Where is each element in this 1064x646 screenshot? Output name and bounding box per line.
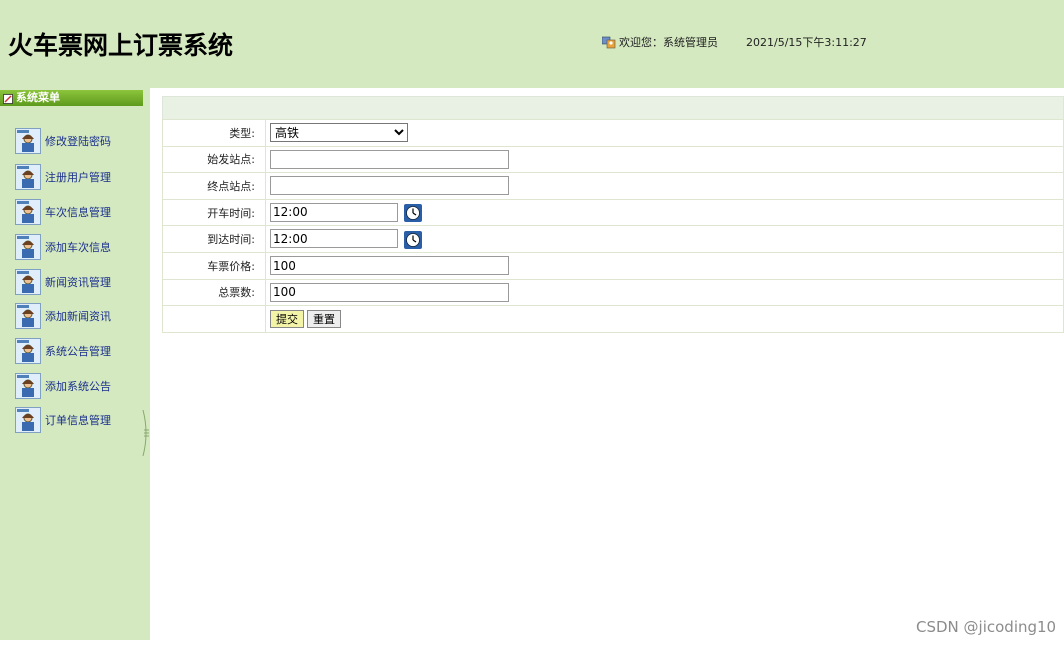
sidebar-item-add-train[interactable]: 添加车次信息	[15, 233, 111, 261]
arrive-time-label: 到达时间:	[162, 225, 266, 253]
sidebar-item-label: 系统公告管理	[45, 345, 111, 358]
total-tickets-input[interactable]	[270, 282, 509, 302]
train-form: 类型: 高铁 始发站点: 终点站点: 开车时间: 到达时	[162, 119, 1064, 333]
form-row-end: 终点站点:	[162, 172, 1064, 200]
sidebar-item-news-management[interactable]: 新闻资讯管理	[15, 268, 111, 296]
admin-avatar-icon	[15, 303, 41, 329]
form-row-total: 总票数:	[162, 278, 1064, 307]
sidebar-item-add-news[interactable]: 添加新闻资讯	[15, 302, 111, 330]
sidebar-item-label: 添加新闻资讯	[45, 310, 111, 323]
form-row-price: 车票价格:	[162, 251, 1064, 280]
sidebar-item-label: 订单信息管理	[45, 414, 111, 427]
user-bar: 欢迎您：系统管理员 2021/5/15下午3:11:27	[601, 34, 867, 50]
sidebar-item-label: 车次信息管理	[45, 206, 111, 219]
admin-avatar-icon	[15, 234, 41, 260]
sidebar-item-label: 注册用户管理	[45, 171, 111, 184]
watermark-text: CSDN @jicoding10	[916, 618, 1057, 636]
depart-time-label: 开车时间:	[162, 198, 266, 227]
sidebar-item-change-password[interactable]: 修改登陆密码	[15, 127, 111, 155]
sidebar-item-label: 添加车次信息	[45, 241, 111, 254]
end-station-label: 终点站点:	[162, 172, 266, 200]
sidebar-item-add-notice[interactable]: 添加系统公告	[15, 372, 111, 400]
form-row-type: 类型: 高铁	[162, 119, 1064, 147]
start-station-label: 始发站点:	[162, 145, 266, 174]
type-select[interactable]: 高铁	[270, 123, 408, 143]
admin-avatar-icon	[15, 164, 41, 190]
sidebar-collapse-handle[interactable]	[142, 409, 150, 457]
admin-avatar-icon	[15, 128, 41, 154]
sidebar-item-label: 添加系统公告	[45, 380, 111, 393]
user-icon	[601, 36, 616, 49]
admin-avatar-icon	[15, 407, 41, 433]
app-title: 火车票网上订票系统	[8, 31, 234, 60]
arrive-time-input[interactable]	[270, 229, 398, 249]
clock-icon[interactable]	[403, 230, 422, 249]
admin-avatar-icon	[15, 373, 41, 399]
content-area: 类型: 高铁 始发站点: 终点站点: 开车时间: 到达时	[150, 88, 1064, 646]
price-label: 车票价格:	[162, 251, 266, 280]
clock-icon[interactable]	[403, 204, 422, 223]
sidebar-title: 系统菜单	[16, 91, 60, 104]
sidebar-item-train-management[interactable]: 车次信息管理	[15, 198, 111, 226]
type-label: 类型:	[162, 119, 266, 147]
sidebar-item-order-management[interactable]: 订单信息管理	[15, 406, 111, 434]
welcome-text: 欢迎您：系统管理员	[619, 36, 718, 49]
sidebar: 系统菜单 修改登陆密码 注册用户管理 车次信息管理 添加车次信息 新闻资讯管理	[0, 88, 150, 640]
form-row-depart: 开车时间:	[162, 198, 1064, 227]
end-station-input[interactable]	[270, 176, 509, 196]
sidebar-title-bar: 系统菜单	[0, 90, 143, 106]
admin-avatar-icon	[15, 199, 41, 225]
form-row-arrive: 到达时间:	[162, 225, 1064, 253]
admin-avatar-icon	[15, 269, 41, 295]
content-header-bar	[162, 96, 1064, 120]
sidebar-item-label: 新闻资讯管理	[45, 276, 111, 289]
sidebar-item-label: 修改登陆密码	[45, 135, 111, 148]
datetime-text: 2021/5/15下午3:11:27	[746, 36, 867, 49]
price-input[interactable]	[270, 256, 509, 276]
submit-button[interactable]: 提交	[270, 309, 304, 328]
form-row-start: 始发站点:	[162, 145, 1064, 174]
edit-icon	[3, 93, 13, 104]
start-station-input[interactable]	[270, 149, 509, 169]
sidebar-item-user-management[interactable]: 注册用户管理	[15, 163, 111, 191]
sidebar-item-notice-management[interactable]: 系统公告管理	[15, 337, 111, 365]
form-row-actions: 提交 重置	[162, 305, 1064, 333]
admin-avatar-icon	[15, 338, 41, 364]
total-tickets-label: 总票数:	[162, 278, 266, 307]
depart-time-input[interactable]	[270, 202, 398, 222]
reset-button[interactable]: 重置	[307, 309, 341, 328]
header: 火车票网上订票系统 欢迎您：系统管理员 2021/5/15下午3:11:27	[0, 0, 1064, 88]
